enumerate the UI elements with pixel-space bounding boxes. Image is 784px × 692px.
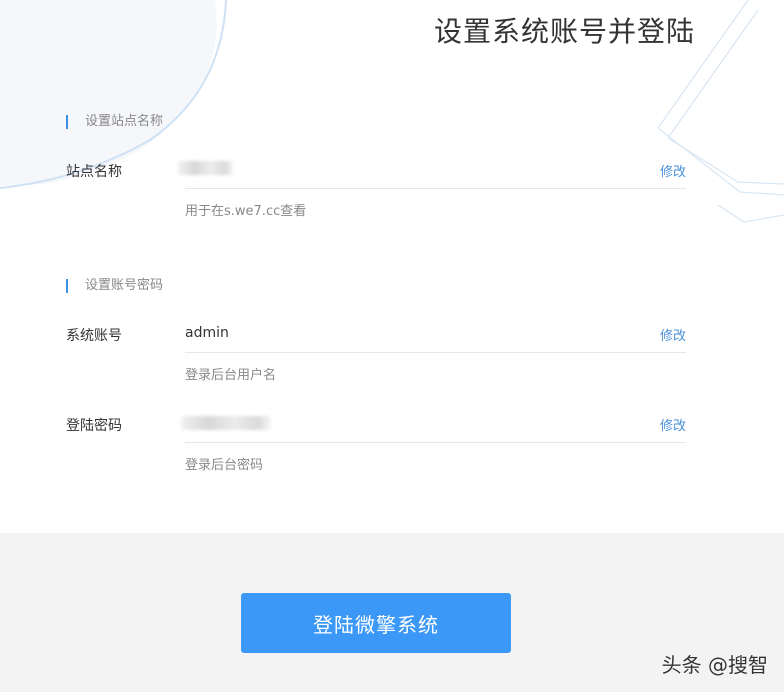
divider <box>185 188 686 189</box>
site-name-label: 站点名称 <box>66 164 122 180</box>
section-heading-site-label: 设置站点名称 <box>85 114 164 129</box>
account-edit-button[interactable]: 修改 <box>660 325 686 344</box>
password-edit-button[interactable]: 修改 <box>660 415 686 434</box>
site-name-edit-button[interactable]: 修改 <box>660 161 686 180</box>
section-bar <box>66 115 68 129</box>
divider <box>185 352 686 353</box>
login-submit-button[interactable]: 登陆微擎系统 <box>241 593 511 653</box>
section-heading-account: 设置账号密码 <box>66 278 163 294</box>
password-hint: 登录后台密码 <box>185 458 264 473</box>
page-title: 设置系统账号并登陆 <box>434 15 696 48</box>
account-hint: 登录后台用户名 <box>185 368 277 383</box>
site-name-redacted <box>178 161 233 175</box>
account-label: 系统账号 <box>66 328 122 344</box>
section-bar <box>66 279 68 293</box>
divider <box>185 442 686 443</box>
section-heading-account-label: 设置账号密码 <box>85 278 164 293</box>
site-name-hint: 用于在s.we7.cc查看 <box>185 204 307 219</box>
watermark: 头条 @搜智 <box>661 653 768 677</box>
section-heading-site: 设置站点名称 <box>66 114 163 130</box>
password-label: 登陆密码 <box>66 418 122 434</box>
password-redacted <box>181 416 271 430</box>
account-field[interactable]: admin <box>185 325 229 341</box>
